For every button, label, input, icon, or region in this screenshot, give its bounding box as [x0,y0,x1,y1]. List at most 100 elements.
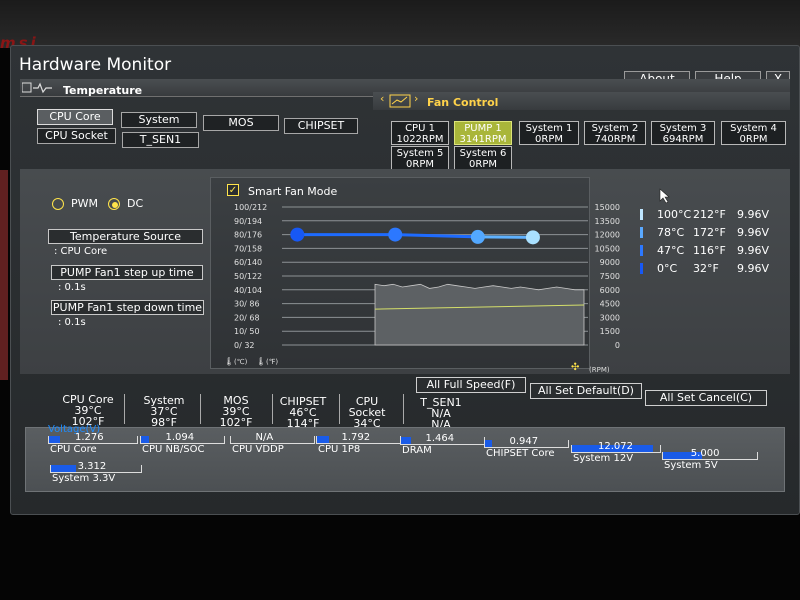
reading-separator [403,394,404,424]
fan-curve-point[interactable] [388,227,403,242]
sensor-button-cpu-socket[interactable]: CPU Socket [37,128,116,144]
thermometer-wave-icon [21,82,52,97]
thermometer-icon: 🌡 [256,357,267,366]
all-full-speed-button[interactable]: All Full Speed(F) [416,377,526,393]
fan-button-system2[interactable]: System 2 740RPM [584,121,646,145]
step-up-time-value: : 0.1s [58,282,86,293]
fan-rpm: 694RPM [662,134,704,145]
voltage-value: N/A [255,432,274,443]
slider-bar-icon [640,263,643,274]
fan-name: System 1 [525,123,573,134]
y-tick-label: 100/212 [234,203,267,212]
voltage-name: CPU 1P8 [318,444,361,455]
voltage-value: 1.094 [165,432,195,443]
voltage-value: 1.276 [75,432,104,443]
fan-button-system1[interactable]: System 1 0RPM [519,121,579,145]
temperature-source-button[interactable]: Temperature Source [48,229,203,244]
reading-name: System [143,393,185,407]
y-tick-label: 90/194 [234,217,262,226]
fan-curve-chart[interactable]: 100/212 1500090/194 1350080/176 1200070/158… [210,195,630,375]
pwm-radio[interactable] [52,198,64,210]
temperature-source-value: : CPU Core [54,246,108,257]
sensor-reading: CPU Core 39°C 102°F [57,394,119,427]
fan-name: CPU 1 [405,123,435,134]
reading-separator [200,394,201,424]
sensor-reading: CHIPSET 46°C 114°F [272,396,334,429]
dc-label: DC [127,197,144,210]
slider-bar-icon [640,245,643,256]
dc-radio-dot [112,202,118,208]
left-edge-strip [0,170,8,380]
chevron-left-icon[interactable]: ‹ [380,92,384,105]
thermometer-icon: 🌡 [224,357,235,366]
fan-curve-point-row: 47°C 116°F 9.96V [640,244,790,257]
point-temp-c: 100°C [657,208,692,221]
sensor-button-chipset[interactable]: CHIPSET [284,118,358,134]
slider-bar-icon [640,227,643,238]
all-set-cancel-button[interactable]: All Set Cancel(C) [645,390,767,406]
point-voltage: 9.96V [737,244,770,257]
voltage-bar-fill [51,465,77,472]
reading-separator [124,394,125,424]
fan-button-system3[interactable]: System 3 694RPM [651,121,715,145]
sensor-button-system[interactable]: System [121,112,197,128]
chevron-right-icon[interactable]: › [414,92,418,105]
fan-icon: ✣ [571,362,580,373]
rpm-tick-label: 6000 [600,286,620,295]
sensor-button-mos[interactable]: MOS [203,115,279,131]
step-down-time-button[interactable]: PUMP Fan1 step down time [51,300,204,315]
y-tick-label: 50/122 [234,272,262,281]
fan-name: System 4 [730,123,777,134]
step-down-time-value: : 0.1s [58,317,86,328]
slider-bar-icon [640,209,643,220]
all-set-default-button[interactable]: All Set Default(D) [530,383,642,399]
fan-button-system4[interactable]: System 4 0RPM [721,121,786,145]
y-tick-label: 60/140 [234,258,262,267]
fan-rpm: 1022RPM [396,134,444,145]
window-title: Hardware Monitor [19,55,172,75]
point-temp-f: 212°F [693,208,726,221]
voltage-bar-fill [141,436,150,443]
y-tick-label: 0/ 32 [234,341,255,350]
fan-curve-point-row: 78°C 172°F 9.96V [640,226,790,239]
unit-celsius: (℃) [234,358,248,366]
sensor-reading: System 37°C 98°F [133,395,195,428]
dc-radio[interactable] [108,198,120,210]
fan-name: System 3 [659,123,707,134]
sensor-reading: MOS 39°C 102°F [205,395,267,428]
y-tick-label: 70/158 [234,244,262,253]
fan-curve-point[interactable] [470,229,485,244]
fan-name: PUMP 1 [464,123,502,134]
fan-curve-point[interactable] [290,227,305,242]
voltage-value: 0.947 [509,436,539,447]
fan-button-system5[interactable]: System 5 0RPM [391,146,449,170]
point-voltage: 9.96V [737,226,770,239]
rpm-tick-label: 10500 [595,244,620,253]
sensor-button-t-sen1[interactable]: T_SEN1 [122,132,199,148]
voltage-name: CPU Core [50,444,97,455]
rpm-tick-label: 4500 [600,300,620,309]
y-tick-label: 30/ 86 [234,300,260,309]
voltage-name: System 5V [664,460,718,471]
fan-rpm: 3141RPM [459,134,507,145]
temperature-history-area [374,283,585,346]
fan-button-cpu1[interactable]: CPU 1 1022RPM [391,121,449,145]
fan-button-system6[interactable]: System 6 0RPM [454,146,512,170]
voltage-bar-fill [317,436,329,443]
sensor-button-cpu-core[interactable]: CPU Core [37,109,113,125]
y-tick-label: 10/ 50 [234,327,260,336]
reading-name: CPU Socket [348,395,386,420]
point-temp-c: 78°C [657,226,685,239]
step-up-time-button[interactable]: PUMP Fan1 step up time [51,265,203,280]
voltage-bar-fill [485,440,492,447]
voltage-value: 1.464 [425,433,455,444]
voltage-value: 12.072 [598,441,633,452]
fan-rpm: 0RPM [535,134,563,145]
fan-button-pump1[interactable]: PUMP 1 3141RPM [454,121,512,145]
fan-curve-point[interactable] [525,230,540,245]
voltage-value: 1.792 [341,432,371,443]
voltage-name: CPU VDDP [232,444,284,455]
rpm-tick-label: 13500 [595,217,620,226]
rpm-tick-label: 15000 [595,203,620,212]
fan-rpm: 0RPM [739,134,768,145]
